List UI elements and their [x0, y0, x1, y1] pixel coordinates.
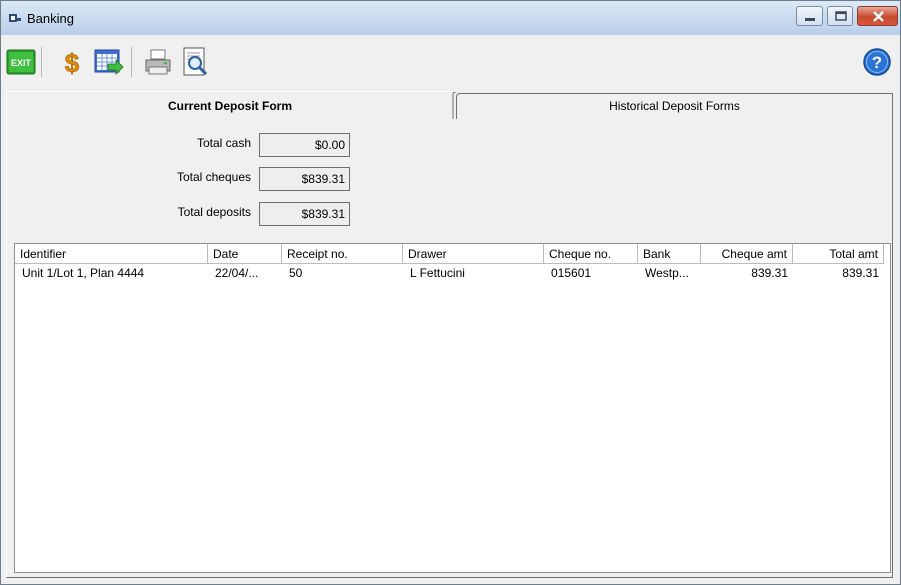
total-deposits-field: $839.31 [259, 202, 350, 226]
printer-icon [145, 49, 171, 75]
list-header: Identifier Date Receipt no. Drawer Chequ… [15, 244, 890, 264]
total-cheques-label: Total cheques [176, 170, 251, 184]
tab-current-deposit-form[interactable]: Current Deposit Form [6, 91, 453, 119]
banking-window: Banking EXIT $ ? Current Deposit Form Hi… [0, 0, 901, 585]
total-cheques-field: $839.31 [259, 167, 350, 191]
cell-drawer: L Fettucini [410, 266, 465, 280]
minimize-button[interactable] [796, 6, 823, 26]
cell-cheque-amt: 839.31 [751, 266, 788, 280]
total-cash-field: $0.00 [259, 133, 350, 157]
print-button[interactable] [143, 47, 173, 77]
toolbar-separator [41, 47, 42, 77]
dollar-button[interactable]: $ [57, 47, 87, 77]
table-row[interactable]: Unit 1/Lot 1, Plan 4444 22/04/... 50 L F… [15, 265, 890, 282]
help-icon: ? [863, 48, 891, 76]
close-icon [873, 11, 884, 22]
minimize-icon [805, 18, 815, 21]
title-bar[interactable]: Banking [1, 1, 900, 35]
svg-text:?: ? [872, 53, 882, 72]
cell-receipt-no: 50 [289, 266, 303, 280]
toolbar: EXIT $ ? [1, 35, 900, 87]
total-cash-label: Total cash [196, 136, 251, 150]
cell-date: 22/04/... [215, 266, 259, 280]
exit-button[interactable]: EXIT [6, 47, 36, 77]
column-header-bank[interactable]: Bank [638, 244, 701, 264]
column-header-date[interactable]: Date [208, 244, 282, 264]
print-preview-icon [183, 47, 208, 76]
restore-icon [835, 11, 847, 21]
column-header-receipt-no[interactable]: Receipt no. [282, 244, 403, 264]
help-button[interactable]: ? [862, 47, 892, 77]
window-title: Banking [27, 11, 74, 26]
cell-bank: Westp... [645, 266, 689, 280]
cell-identifier: Unit 1/Lot 1, Plan 4444 [22, 266, 145, 280]
maximize-button[interactable] [827, 6, 853, 26]
print-preview-button[interactable] [181, 47, 211, 77]
column-header-cheque-no[interactable]: Cheque no. [544, 244, 638, 264]
app-icon [9, 14, 21, 22]
dollar-icon: $ [64, 48, 80, 77]
column-header-total-amt[interactable]: Total amt [793, 244, 884, 264]
svg-text:EXIT: EXIT [11, 58, 32, 68]
total-deposits-label: Total deposits [177, 205, 251, 219]
grid-export-icon [94, 49, 124, 75]
exit-icon: EXIT [6, 49, 36, 75]
close-button[interactable] [857, 6, 898, 26]
tab-historical-deposit-forms[interactable]: Historical Deposit Forms [456, 93, 893, 119]
cell-cheque-no: 015601 [551, 266, 592, 280]
grid-export-button[interactable] [94, 47, 124, 77]
cell-total-amt: 839.31 [842, 266, 879, 280]
column-header-cheque-amt[interactable]: Cheque amt [701, 244, 793, 264]
svg-text:$: $ [65, 48, 80, 77]
column-header-drawer[interactable]: Drawer [403, 244, 544, 264]
deposit-list[interactable]: Identifier Date Receipt no. Drawer Chequ… [14, 243, 891, 573]
column-header-identifier[interactable]: Identifier [15, 244, 208, 264]
toolbar-separator [131, 47, 132, 77]
